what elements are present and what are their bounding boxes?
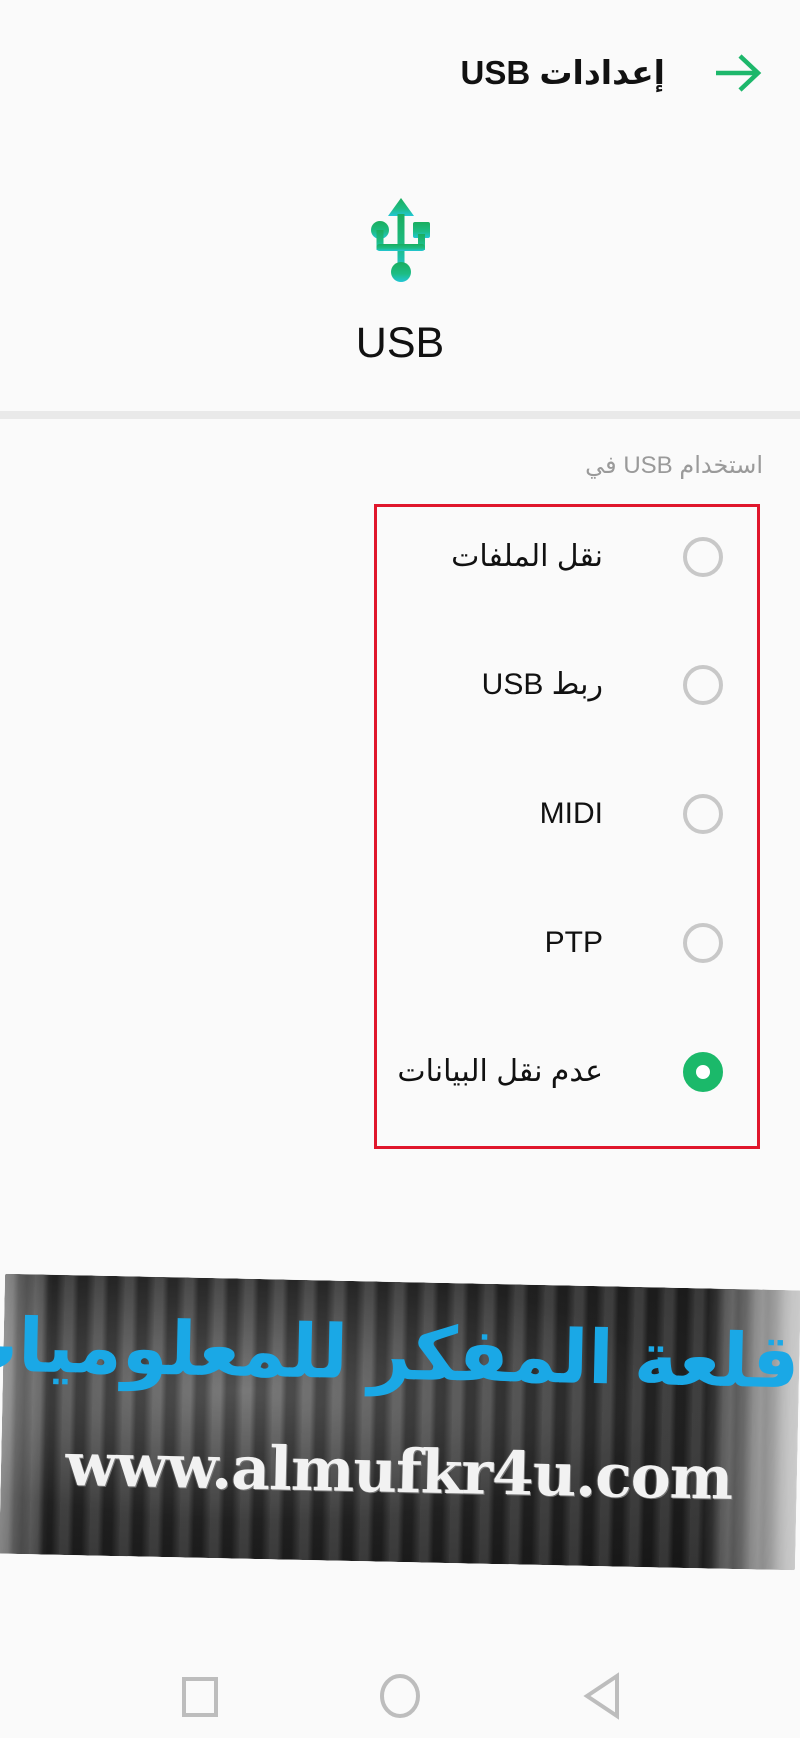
option-midi[interactable]: MIDI: [0, 774, 800, 854]
option-label: PTP: [544, 926, 603, 959]
option-label: عدم نقل البيانات: [397, 1055, 603, 1088]
arrow-right-icon: [716, 54, 762, 92]
home-button[interactable]: [372, 1668, 428, 1724]
option-usb-tethering[interactable]: ربط USB: [0, 645, 800, 725]
option-file-transfer[interactable]: نقل الملفات: [0, 517, 800, 597]
triangle-back-icon: [583, 1672, 619, 1720]
circle-icon: [380, 1674, 420, 1718]
section-divider: [0, 411, 800, 419]
radio-button[interactable]: [683, 923, 723, 963]
option-label: ربط USB: [481, 668, 603, 701]
radio-button[interactable]: [683, 665, 723, 705]
back-nav-button[interactable]: [574, 1668, 630, 1724]
page-title: إعدادات USB: [460, 54, 666, 91]
option-ptp[interactable]: PTP: [0, 903, 800, 983]
back-button[interactable]: [712, 53, 764, 93]
option-no-data-transfer[interactable]: عدم نقل البيانات: [0, 1032, 800, 1112]
radio-button[interactable]: [683, 794, 723, 834]
radio-button-selected[interactable]: [683, 1052, 723, 1092]
usb-icon: [366, 194, 436, 286]
recents-button[interactable]: [172, 1668, 228, 1724]
usb-hero-label: USB: [355, 319, 445, 367]
watermark-title: قلعة المفكر للمعلوميات: [0, 1302, 800, 1404]
watermark-url: www.almufkr4u.com: [64, 1430, 734, 1514]
watermark-banner: قلعة المفكر للمعلوميات www.almufkr4u.com: [0, 1273, 800, 1571]
option-label: MIDI: [539, 797, 603, 830]
radio-button[interactable]: [683, 537, 723, 577]
usb-use-section-label: استخدام USB في: [585, 452, 763, 479]
option-label: نقل الملفات: [451, 540, 603, 573]
square-icon: [182, 1677, 218, 1717]
